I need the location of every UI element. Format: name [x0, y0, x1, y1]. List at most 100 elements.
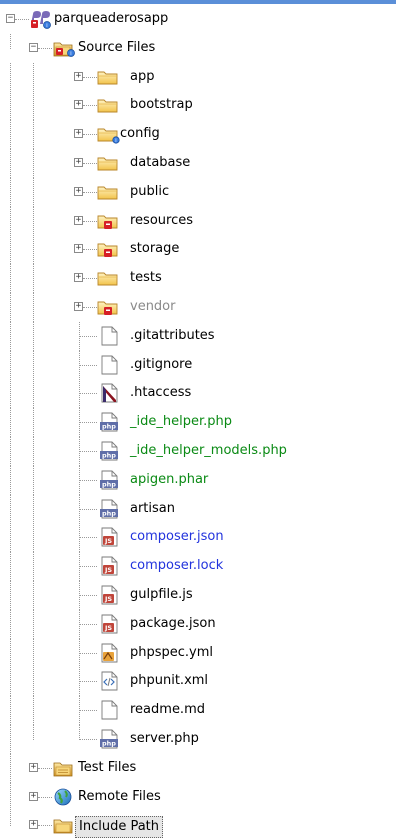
tree-label: package.json: [130, 615, 216, 631]
tree-label: readme.md: [130, 702, 205, 718]
tree-node-file[interactable]: php _ide_helper.php: [0, 408, 396, 438]
expand-icon[interactable]: +: [74, 273, 83, 283]
tree-connector: [10, 782, 11, 812]
xml-file-icon: [98, 671, 120, 691]
tree-connector: [79, 508, 97, 510]
tree-node-file[interactable]: phpspec.yml: [0, 638, 396, 668]
tree-connector: [79, 681, 97, 683]
tree-node-remote-files[interactable]: + Remote Files: [0, 782, 396, 812]
expand-icon[interactable]: +: [74, 71, 83, 81]
tree-node-file[interactable]: .gitignore: [0, 350, 396, 380]
tree-node-file[interactable]: JS gulpfile.js: [0, 580, 396, 610]
tree-node-folder[interactable]: + i config: [0, 120, 396, 150]
svg-text:php: php: [102, 509, 116, 517]
tree-connector: [33, 148, 34, 178]
tree-node-folder[interactable]: + public: [0, 177, 396, 207]
tree-node-folder[interactable]: + bootstrap: [0, 91, 396, 121]
tree-connector: [33, 206, 34, 236]
tree-connector: [33, 264, 34, 294]
tree-connector: [83, 134, 97, 136]
tree-node-file[interactable]: .gitattributes: [0, 321, 396, 351]
expand-icon[interactable]: +: [74, 244, 83, 254]
tree-label: composer.json: [130, 529, 224, 545]
tree-node-folder[interactable]: + tests: [0, 264, 396, 294]
js-file-icon: JS: [98, 556, 120, 576]
svg-text:i: i: [115, 138, 116, 144]
tree-node-file[interactable]: JS composer.lock: [0, 552, 396, 582]
folder-icon: [96, 182, 118, 202]
collapse-icon[interactable]: −: [29, 42, 38, 52]
tree-node-folder[interactable]: + vendor: [0, 292, 396, 322]
expand-icon[interactable]: +: [74, 157, 83, 167]
tree-connector: [33, 523, 34, 553]
tree-node-file[interactable]: phpunit.xml: [0, 667, 396, 697]
expand-icon[interactable]: +: [29, 762, 38, 772]
tree-label: .htaccess: [130, 385, 192, 401]
svg-text:i: i: [46, 23, 47, 29]
tree-label: apigen.phar: [130, 471, 209, 487]
tree-node-project[interactable]: − i parqueaderosapp: [0, 5, 396, 34]
test-package-icon: [52, 758, 74, 778]
tree-node-file[interactable]: php artisan: [0, 494, 396, 524]
tree-connector: [79, 364, 97, 366]
tree-label: gulpfile.js: [130, 586, 193, 602]
tree-node-file[interactable]: JS package.json: [0, 609, 396, 639]
tree-connector: [83, 162, 97, 164]
tree-node-folder[interactable]: + storage: [0, 235, 396, 265]
tree-connector: [79, 594, 97, 596]
tree-node-file[interactable]: JS composer.json: [0, 523, 396, 553]
tree-label: _ide_helper_models.php: [130, 442, 287, 458]
tree-node-file[interactable]: php _ide_helper_models.php: [0, 436, 396, 466]
collapse-icon[interactable]: −: [6, 14, 15, 23]
expand-icon[interactable]: +: [74, 186, 83, 196]
tree-connector: [79, 450, 97, 452]
tree-connector: [79, 566, 97, 568]
tree-connector: [33, 379, 34, 409]
tree-label: config: [120, 126, 160, 142]
tree-connector: [33, 609, 34, 639]
tree-connector: [10, 33, 11, 49]
tree-node-folder[interactable]: + app: [0, 62, 396, 92]
tree-connector: [79, 652, 97, 654]
tree-connector: [10, 811, 11, 827]
php-file-icon: php: [98, 499, 120, 519]
tree-connector: [10, 206, 11, 236]
expand-icon[interactable]: +: [74, 129, 83, 139]
tree-label: bootstrap: [130, 97, 193, 113]
tree-connector: [10, 350, 11, 380]
tree-connector: [33, 638, 34, 668]
tree-label: Test Files: [78, 759, 137, 775]
svg-text:JS: JS: [104, 624, 112, 632]
tree-connector: [33, 580, 34, 610]
tree-node-source-files[interactable]: − i Source Files: [0, 33, 396, 63]
tree-node-file[interactable]: .htaccess: [0, 379, 396, 409]
tree-node-test-files[interactable]: + Test Files: [0, 753, 396, 783]
tree-node-include-path[interactable]: + Include Path: [0, 811, 396, 840]
tree-connector: [15, 19, 29, 20]
tree-node-folder[interactable]: + resources: [0, 206, 396, 236]
tree-node-file[interactable]: php apigen.phar: [0, 465, 396, 495]
tree-connector: [10, 177, 11, 207]
expand-icon[interactable]: +: [74, 100, 83, 110]
expand-icon[interactable]: +: [29, 820, 38, 830]
yml-file-icon: [98, 643, 120, 663]
tree-connector: [33, 91, 34, 121]
tree-connector: [33, 494, 34, 524]
tree-connector: [10, 408, 11, 438]
expand-icon[interactable]: +: [74, 301, 83, 311]
tree-connector: [33, 696, 34, 726]
tree-connector: [10, 523, 11, 553]
tree-node-file[interactable]: php server.php: [0, 724, 396, 754]
folder-icon: [96, 268, 118, 288]
js-file-icon: JS: [98, 614, 120, 634]
expand-icon[interactable]: +: [29, 791, 38, 801]
tree-connector: [10, 609, 11, 639]
php-file-icon: php: [98, 441, 120, 461]
tree-connector: [79, 393, 97, 395]
tree-node-folder[interactable]: + database: [0, 148, 396, 178]
tree-connector: [83, 306, 97, 308]
tree-node-file[interactable]: readme.md: [0, 696, 396, 726]
php-project-icon: i: [28, 10, 51, 30]
expand-icon[interactable]: +: [74, 215, 83, 225]
tree-label: artisan: [130, 500, 175, 516]
